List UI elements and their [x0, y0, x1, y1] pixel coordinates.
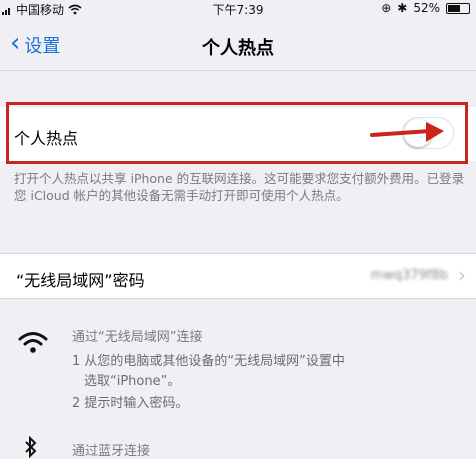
status-bar: 中国移动 下午7:39 ⊕ ✱ 52% — [0, 0, 476, 17]
wifi-password-value: mwq379f8b — [370, 268, 448, 283]
wifi-step-1b: 选取“iPhone”。 — [84, 374, 181, 389]
wifi-password-label: “无线局域网”密码 — [16, 271, 145, 290]
bluetooth-icon — [25, 436, 37, 458]
page-title: 个人热点 — [202, 38, 274, 59]
battery-percent: 52% — [413, 1, 440, 15]
wifi-instruction-title: 通过“无线局域网”连接 — [72, 330, 203, 345]
navigation-bar: ‹ 设置 个人热点 — [0, 18, 476, 71]
arrow-annotation-icon — [370, 122, 444, 142]
connection-instructions: 通过“无线局域网”连接 1 从您的电脑或其他设备的“无线局域网”设置中 选取“i… — [0, 312, 476, 459]
lock-rotation-icon: ⊕ — [381, 1, 392, 15]
hotspot-description: 打开个人热点以共享 iPhone 的互联网连接。这可能要求您支付额外费用。已登录… — [14, 171, 465, 203]
wifi-password-row[interactable]: “无线局域网”密码 mwq379f8b › — [0, 253, 476, 299]
wifi-step-1a: 1 从您的电脑或其他设备的“无线局域网”设置中 — [72, 354, 345, 369]
chevron-right-icon: › — [458, 263, 466, 287]
status-right: ⊕ ✱ 52% — [381, 1, 470, 15]
wifi-icon — [18, 332, 48, 353]
bluetooth-icon: ✱ — [397, 1, 408, 15]
battery-icon — [446, 2, 470, 14]
bt-instruction-title: 通过蓝牙连接 — [72, 444, 151, 459]
wifi-step-2: 2 提示时输入密码。 — [72, 396, 189, 411]
